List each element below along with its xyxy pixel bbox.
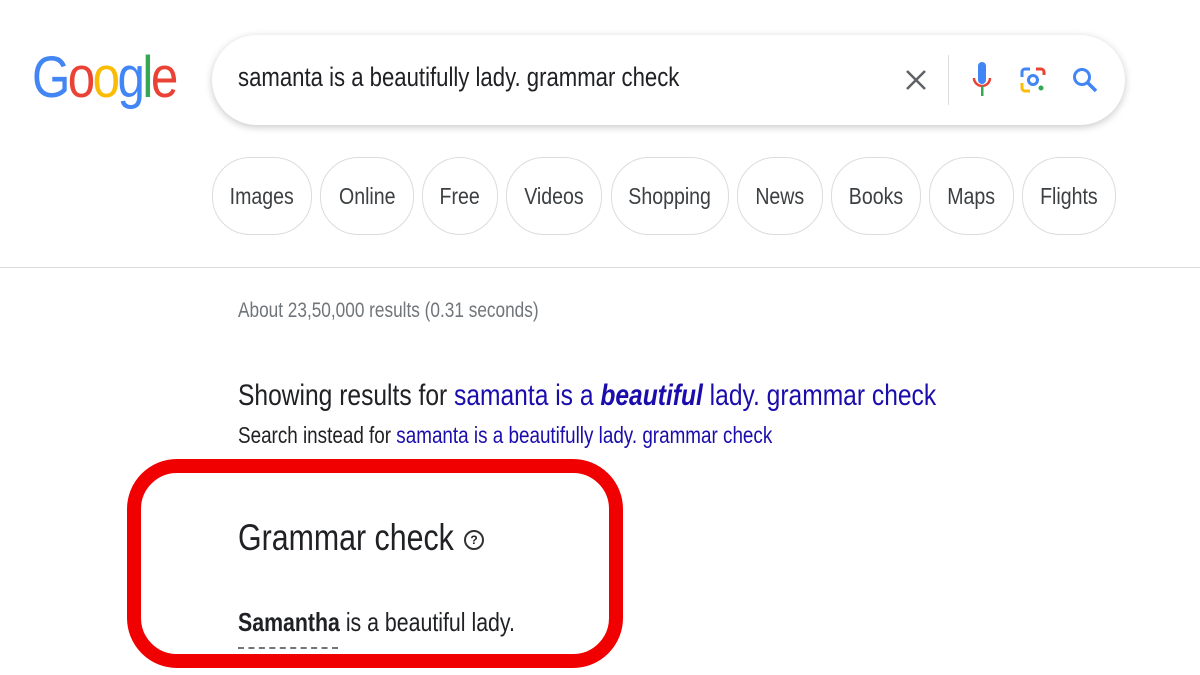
corrected-sentence: Samantha is a beautiful lady. bbox=[238, 607, 515, 637]
logo-letter: o bbox=[67, 45, 95, 110]
correction-underline bbox=[238, 647, 338, 649]
search-icon[interactable] bbox=[1065, 58, 1105, 102]
logo-letter: o bbox=[92, 45, 120, 110]
chip-free[interactable]: Free bbox=[422, 157, 498, 235]
chip-shopping[interactable]: Shopping bbox=[611, 157, 729, 235]
showing-results-for: Showing results for samanta is a beautif… bbox=[238, 379, 937, 412]
chip-maps[interactable]: Maps bbox=[929, 157, 1014, 235]
result-stats: About 23,50,000 results (0.31 seconds) bbox=[238, 299, 539, 322]
chip-videos[interactable]: Videos bbox=[506, 157, 602, 235]
chip-news[interactable]: News bbox=[737, 157, 823, 235]
original-query-link[interactable]: samanta is a beautifully lady. grammar c… bbox=[396, 422, 772, 448]
close-icon[interactable] bbox=[896, 58, 936, 102]
search-input[interactable]: samanta is a beautifully lady. grammar c… bbox=[238, 62, 776, 93]
chip-flights[interactable]: Flights bbox=[1022, 157, 1116, 235]
google-logo[interactable]: Google bbox=[32, 44, 178, 111]
logo-letter: e bbox=[150, 45, 178, 110]
chip-online[interactable]: Online bbox=[320, 157, 414, 235]
logo-letter: g bbox=[117, 45, 145, 110]
divider bbox=[948, 55, 949, 105]
grammar-check-title: Grammar check bbox=[238, 517, 454, 558]
corrected-word: Samantha bbox=[238, 607, 340, 637]
lens-icon[interactable] bbox=[1013, 58, 1053, 102]
chip-books[interactable]: Books bbox=[831, 157, 921, 235]
search-instead-for: Search instead for samanta is a beautifu… bbox=[238, 422, 773, 448]
help-icon[interactable]: ? bbox=[464, 530, 484, 550]
header-divider bbox=[0, 267, 1200, 268]
microphone-icon[interactable] bbox=[962, 58, 1002, 102]
logo-letter: l bbox=[142, 45, 153, 110]
corrected-query-link[interactable]: samanta is a beautiful lady. grammar che… bbox=[454, 379, 936, 412]
logo-letter: G bbox=[32, 45, 70, 110]
chip-images[interactable]: Images bbox=[212, 157, 312, 235]
